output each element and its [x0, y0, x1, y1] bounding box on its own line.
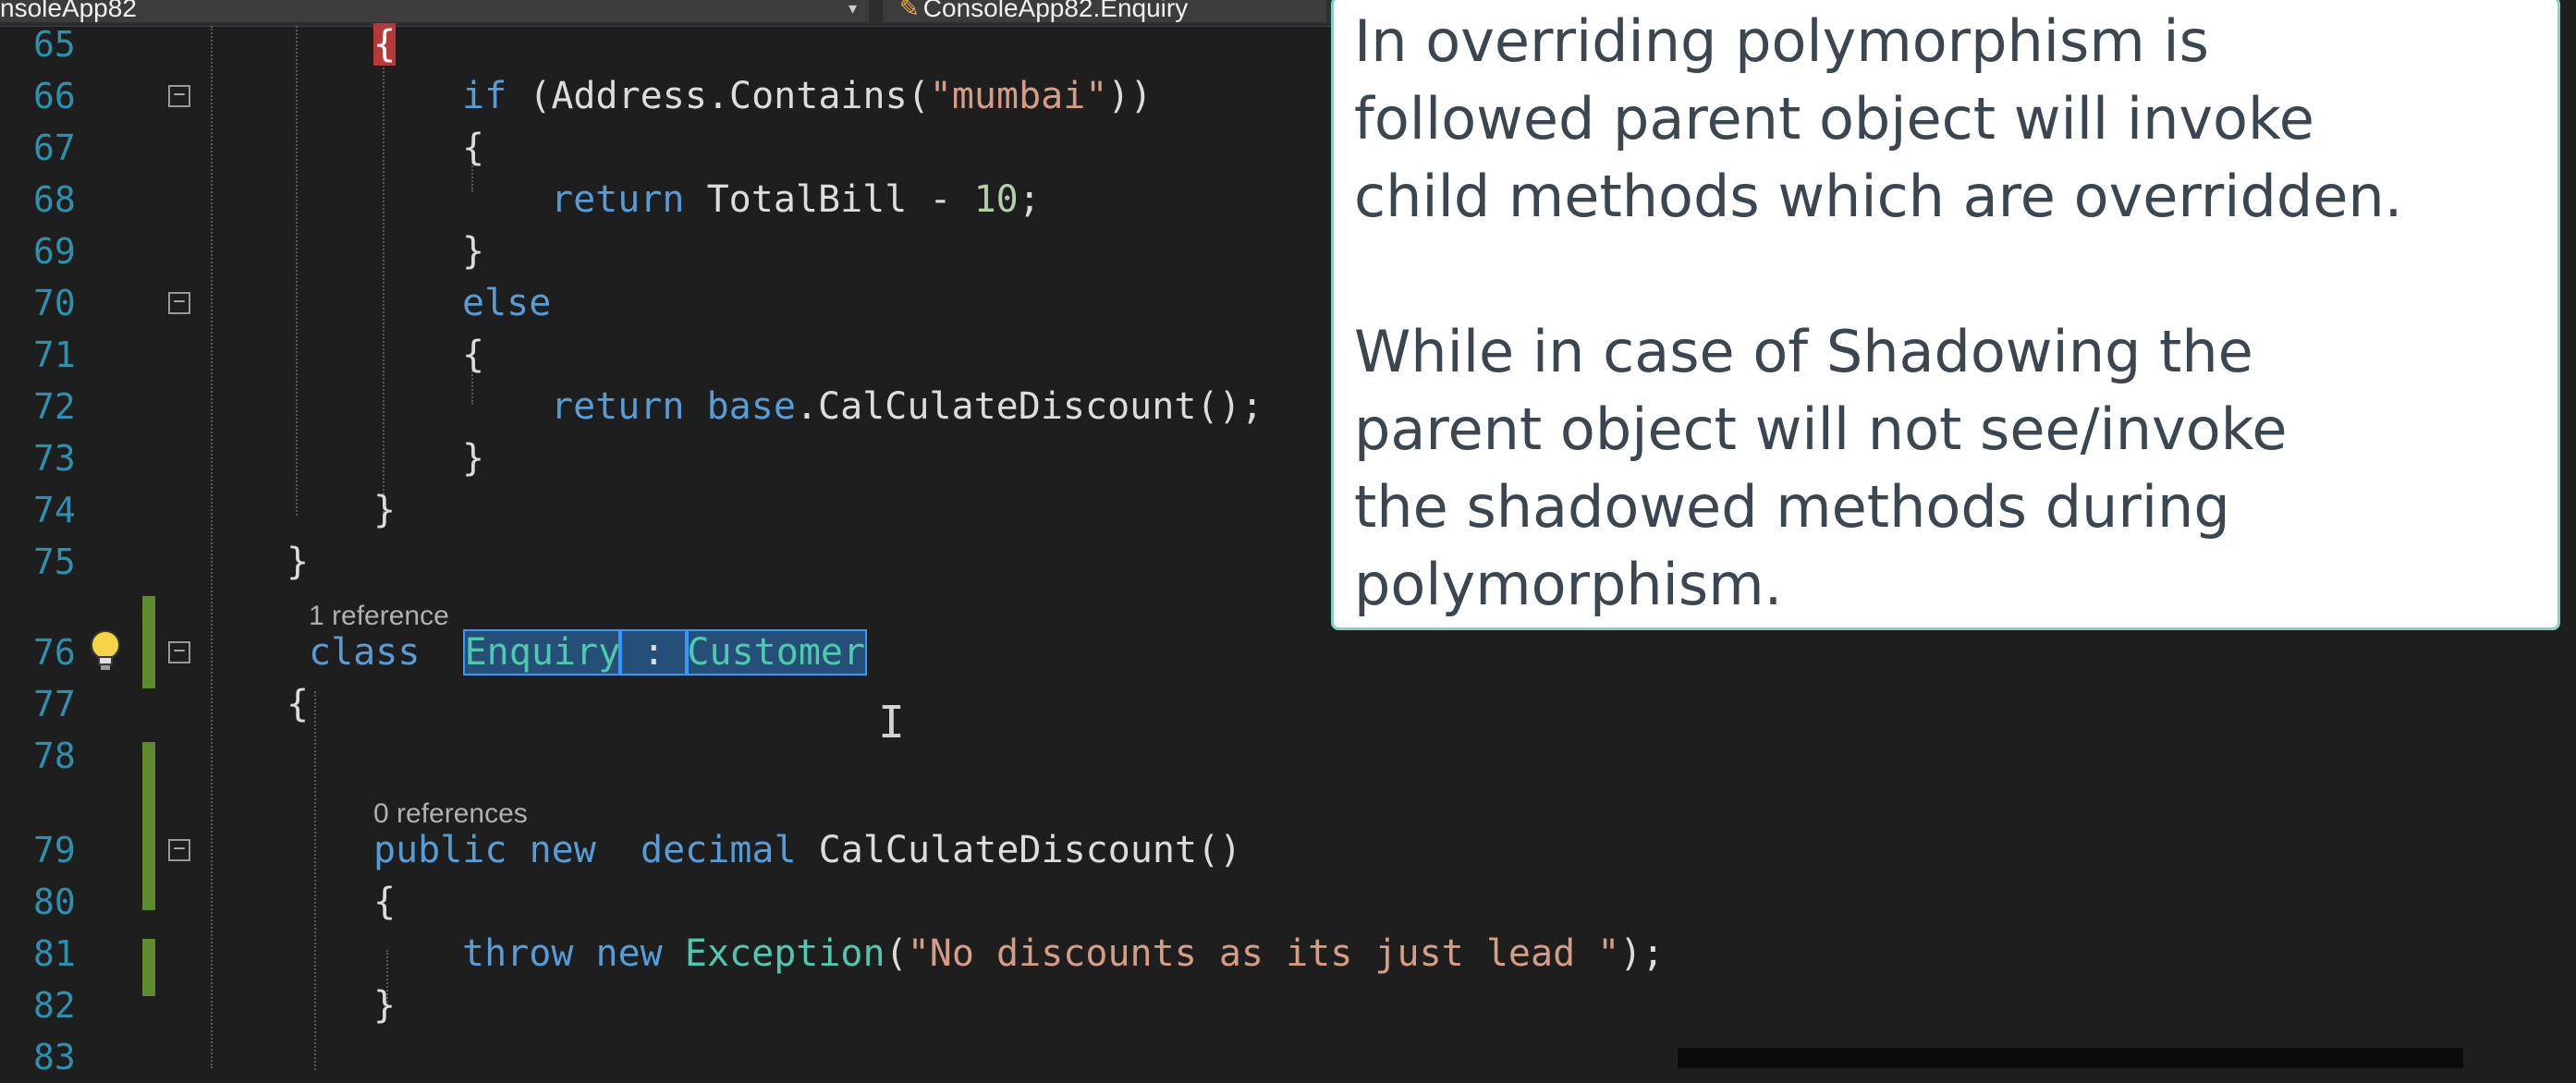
callout-line: the shadowed methods during — [1354, 473, 2230, 541]
code-text: } — [462, 230, 485, 273]
line-number: 80 — [33, 882, 76, 922]
line-number: 81 — [33, 933, 76, 974]
code-fragment — [573, 932, 595, 975]
callout-line: polymorphism. — [1354, 551, 1783, 618]
code-fragment: ; — [1018, 178, 1041, 221]
code-fragment: TotalBill - — [684, 178, 974, 221]
code-text: public new decimal CalCulateDiscount() — [373, 824, 1241, 876]
bottom-overlay-strip — [1678, 1048, 2463, 1068]
code-line: 76 − class Enquiry : Customer — [0, 627, 2576, 678]
line-number: 77 — [33, 684, 76, 724]
line-number: 68 — [33, 179, 76, 220]
line-number: 79 — [33, 830, 76, 870]
keyword: public — [373, 829, 507, 871]
selected-colon: : — [618, 629, 690, 675]
keyword: return — [551, 385, 685, 428]
code-fragment — [596, 829, 641, 871]
code-fragment — [420, 631, 464, 674]
code-text: { — [373, 18, 397, 70]
code-line: 77 { — [0, 678, 2576, 730]
code-line: 78 — [0, 730, 2576, 782]
code-fragment: ); — [1619, 932, 1665, 975]
code-text: } — [373, 489, 397, 531]
keyword: new — [595, 932, 663, 975]
string-literal: "No discounts as its just lead " — [907, 932, 1620, 975]
explanation-callout: In overriding polymorphism is followed p… — [1331, 0, 2560, 630]
lightbulb-icon[interactable] — [87, 627, 124, 675]
code-text: return base.CalCulateDiscount(); — [551, 381, 1264, 432]
line-number: 73 — [33, 438, 76, 479]
code-fragment: CalCulateDiscount() — [796, 829, 1242, 871]
code-fragment: (Address.Contains( — [507, 75, 930, 117]
collapse-icon[interactable]: − — [168, 839, 190, 861]
code-fragment — [507, 829, 530, 871]
brace-highlight: { — [373, 23, 397, 66]
callout-line: In overriding polymorphism is — [1354, 7, 2209, 75]
code-fragment: .CalCulateDiscount(); — [795, 385, 1264, 428]
code-line: 80 { — [0, 876, 2576, 928]
callout-line: While in case of Shadowing the — [1354, 318, 2253, 385]
code-text: { — [462, 334, 485, 376]
selected-class-name: Enquiry — [462, 629, 623, 675]
code-fragment: ( — [885, 932, 908, 975]
callout-line: parent object will not see/invoke — [1354, 395, 2288, 463]
line-number: 71 — [33, 335, 76, 375]
string-literal: "mumbai" — [929, 75, 1108, 117]
code-text: } — [287, 541, 310, 583]
collapse-icon[interactable]: − — [168, 85, 190, 107]
line-number: 67 — [33, 128, 76, 168]
line-number: 66 — [33, 76, 76, 116]
line-number: 83 — [33, 1037, 76, 1077]
keyword: class — [309, 631, 421, 674]
collapse-icon[interactable]: − — [168, 641, 190, 663]
number-literal: 10 — [973, 178, 1019, 221]
text-cursor-icon: I — [878, 697, 905, 748]
keyword: decimal — [641, 829, 797, 871]
keyword: if — [462, 75, 507, 117]
code-text: { — [373, 881, 397, 923]
code-fragment: )) — [1107, 75, 1153, 117]
keyword: return — [551, 178, 685, 221]
code-line: 79 − public new decimal CalCulateDiscoun… — [0, 824, 2576, 876]
line-number: 74 — [33, 490, 76, 530]
line-number: 69 — [33, 231, 76, 272]
keyword: base — [706, 385, 796, 428]
chevron-down-icon: ▾ — [848, 0, 858, 18]
line-number: 75 — [33, 542, 76, 582]
code-text: throw new Exception("No discounts as its… — [462, 928, 1665, 980]
callout-line: child methods which are overridden. — [1354, 163, 2403, 230]
line-number: 78 — [33, 736, 76, 776]
code-text: } — [373, 984, 397, 1027]
code-line: 81 throw new Exception("No discounts as … — [0, 928, 2576, 980]
code-text: } — [462, 437, 485, 480]
code-text: return TotalBill - 10; — [551, 174, 1041, 225]
line-number: 70 — [33, 283, 76, 323]
code-text: class Enquiry : Customer — [309, 627, 868, 678]
line-number: 72 — [33, 386, 76, 427]
keyword: else — [462, 282, 552, 324]
collapse-icon[interactable]: − — [168, 292, 190, 314]
code-fragment — [685, 385, 707, 428]
callout-line: followed parent object will invoke — [1354, 85, 2314, 152]
type-name: Exception — [684, 932, 885, 975]
selected-base-class: Customer — [685, 629, 868, 675]
code-text: { — [462, 127, 485, 169]
line-number: 82 — [33, 985, 76, 1026]
line-number: 65 — [33, 24, 76, 65]
keyword: new — [529, 829, 596, 871]
code-line: 82 } — [0, 980, 2576, 1031]
code-text: if (Address.Contains("mumbai")) — [462, 70, 1153, 122]
keyword: throw — [462, 932, 574, 975]
code-text: { — [287, 683, 310, 725]
code-fragment — [663, 932, 685, 975]
